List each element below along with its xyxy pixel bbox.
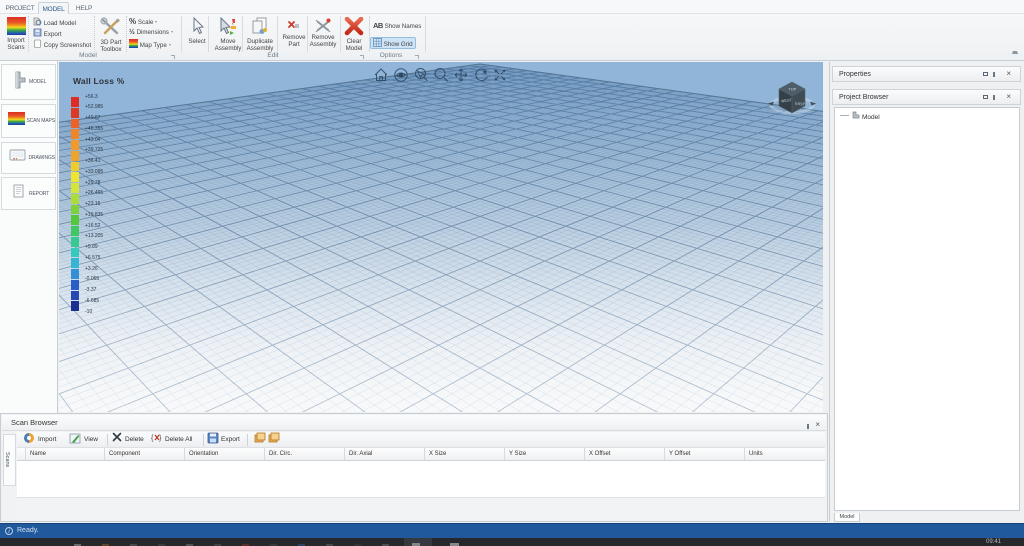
svg-text:}: } [159,435,162,442]
svg-text:TOP: TOP [789,88,797,92]
svg-text:{: { [151,435,154,442]
